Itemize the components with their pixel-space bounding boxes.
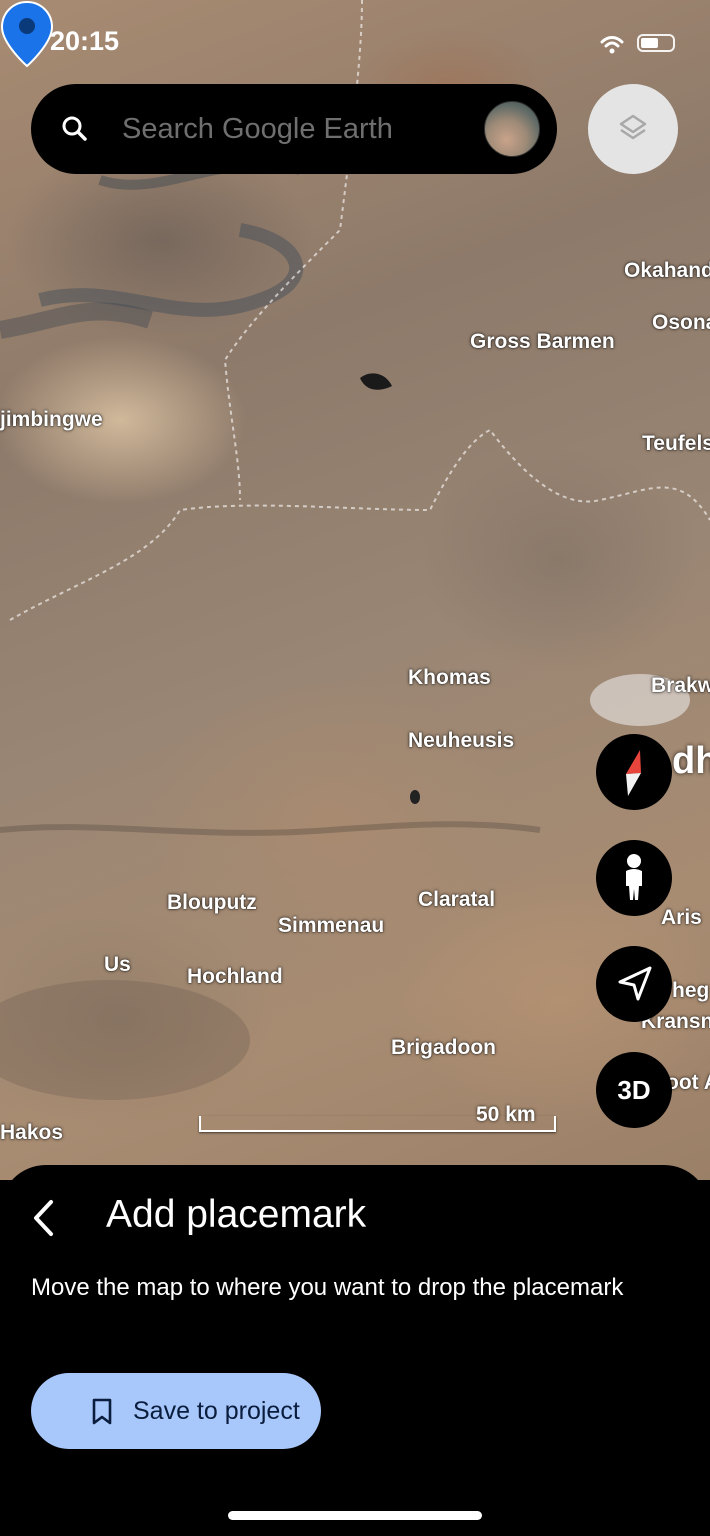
- compass-icon: [626, 750, 641, 796]
- layers-icon: [619, 114, 647, 140]
- battery-level: [641, 38, 658, 48]
- map-label-simmenau[interactable]: Simmenau: [278, 914, 384, 938]
- map-label-osona[interactable]: Osona: [652, 311, 710, 335]
- boundary-line-2: [9, 428, 710, 621]
- sheet-title: Add placemark: [106, 1193, 367, 1236]
- search-input[interactable]: [122, 110, 462, 148]
- map-label-gross-barmen[interactable]: Gross Barmen: [470, 330, 615, 354]
- layers-button[interactable]: [588, 84, 678, 174]
- 3d-toggle-button[interactable]: 3D: [596, 1052, 672, 1128]
- map-label-claratal[interactable]: Claratal: [418, 888, 495, 912]
- map-label-okahandja[interactable]: Okahand: [624, 259, 710, 283]
- map-label-blouputz[interactable]: Blouputz: [167, 891, 257, 915]
- map-label-khomas[interactable]: Khomas: [408, 666, 491, 690]
- map-label-heroot[interactable]: oot A: [666, 1071, 710, 1095]
- scale-label: 50 km: [476, 1103, 536, 1126]
- location-arrow-icon: [618, 966, 652, 1001]
- status-time: 20:15: [50, 26, 120, 56]
- status-bar: 20:15: [0, 0, 710, 86]
- map-label-brakwater[interactable]: Brakw: [651, 674, 710, 698]
- avatar[interactable]: [484, 101, 540, 157]
- dam-water: [360, 373, 392, 390]
- pegman-icon: [626, 854, 642, 900]
- map-label-us[interactable]: Us: [104, 953, 131, 977]
- home-indicator[interactable]: [228, 1511, 482, 1520]
- map-label-teufelsbach[interactable]: Teufels: [642, 432, 710, 456]
- compass-button[interactable]: [596, 734, 672, 810]
- map-label-kapps-farm[interactable]: heg: [672, 979, 709, 1003]
- search-icon[interactable]: [58, 112, 92, 146]
- street-view-button[interactable]: [596, 840, 672, 916]
- save-to-project-button[interactable]: Save to project: [31, 1373, 321, 1449]
- map-label-brigadoon[interactable]: Brigadoon: [391, 1036, 496, 1060]
- map-label-otjimbingwe[interactable]: jimbingwe: [0, 408, 103, 432]
- map-label-windhoek[interactable]: dh: [672, 740, 710, 783]
- back-button[interactable]: [24, 1196, 64, 1240]
- map-label-hochland[interactable]: Hochland: [187, 965, 283, 989]
- map-label-neuheusis[interactable]: Neuheusis: [408, 729, 514, 753]
- save-to-project-label: Save to project: [133, 1397, 300, 1425]
- bookmark-icon: [92, 1398, 112, 1425]
- map-label-hakos[interactable]: Hakos: [0, 1121, 63, 1145]
- my-location-button[interactable]: [596, 946, 672, 1022]
- wifi-icon: [600, 36, 624, 54]
- battery-icon: [637, 34, 675, 52]
- sheet-description: Move the map to where you want to drop t…: [31, 1274, 624, 1301]
